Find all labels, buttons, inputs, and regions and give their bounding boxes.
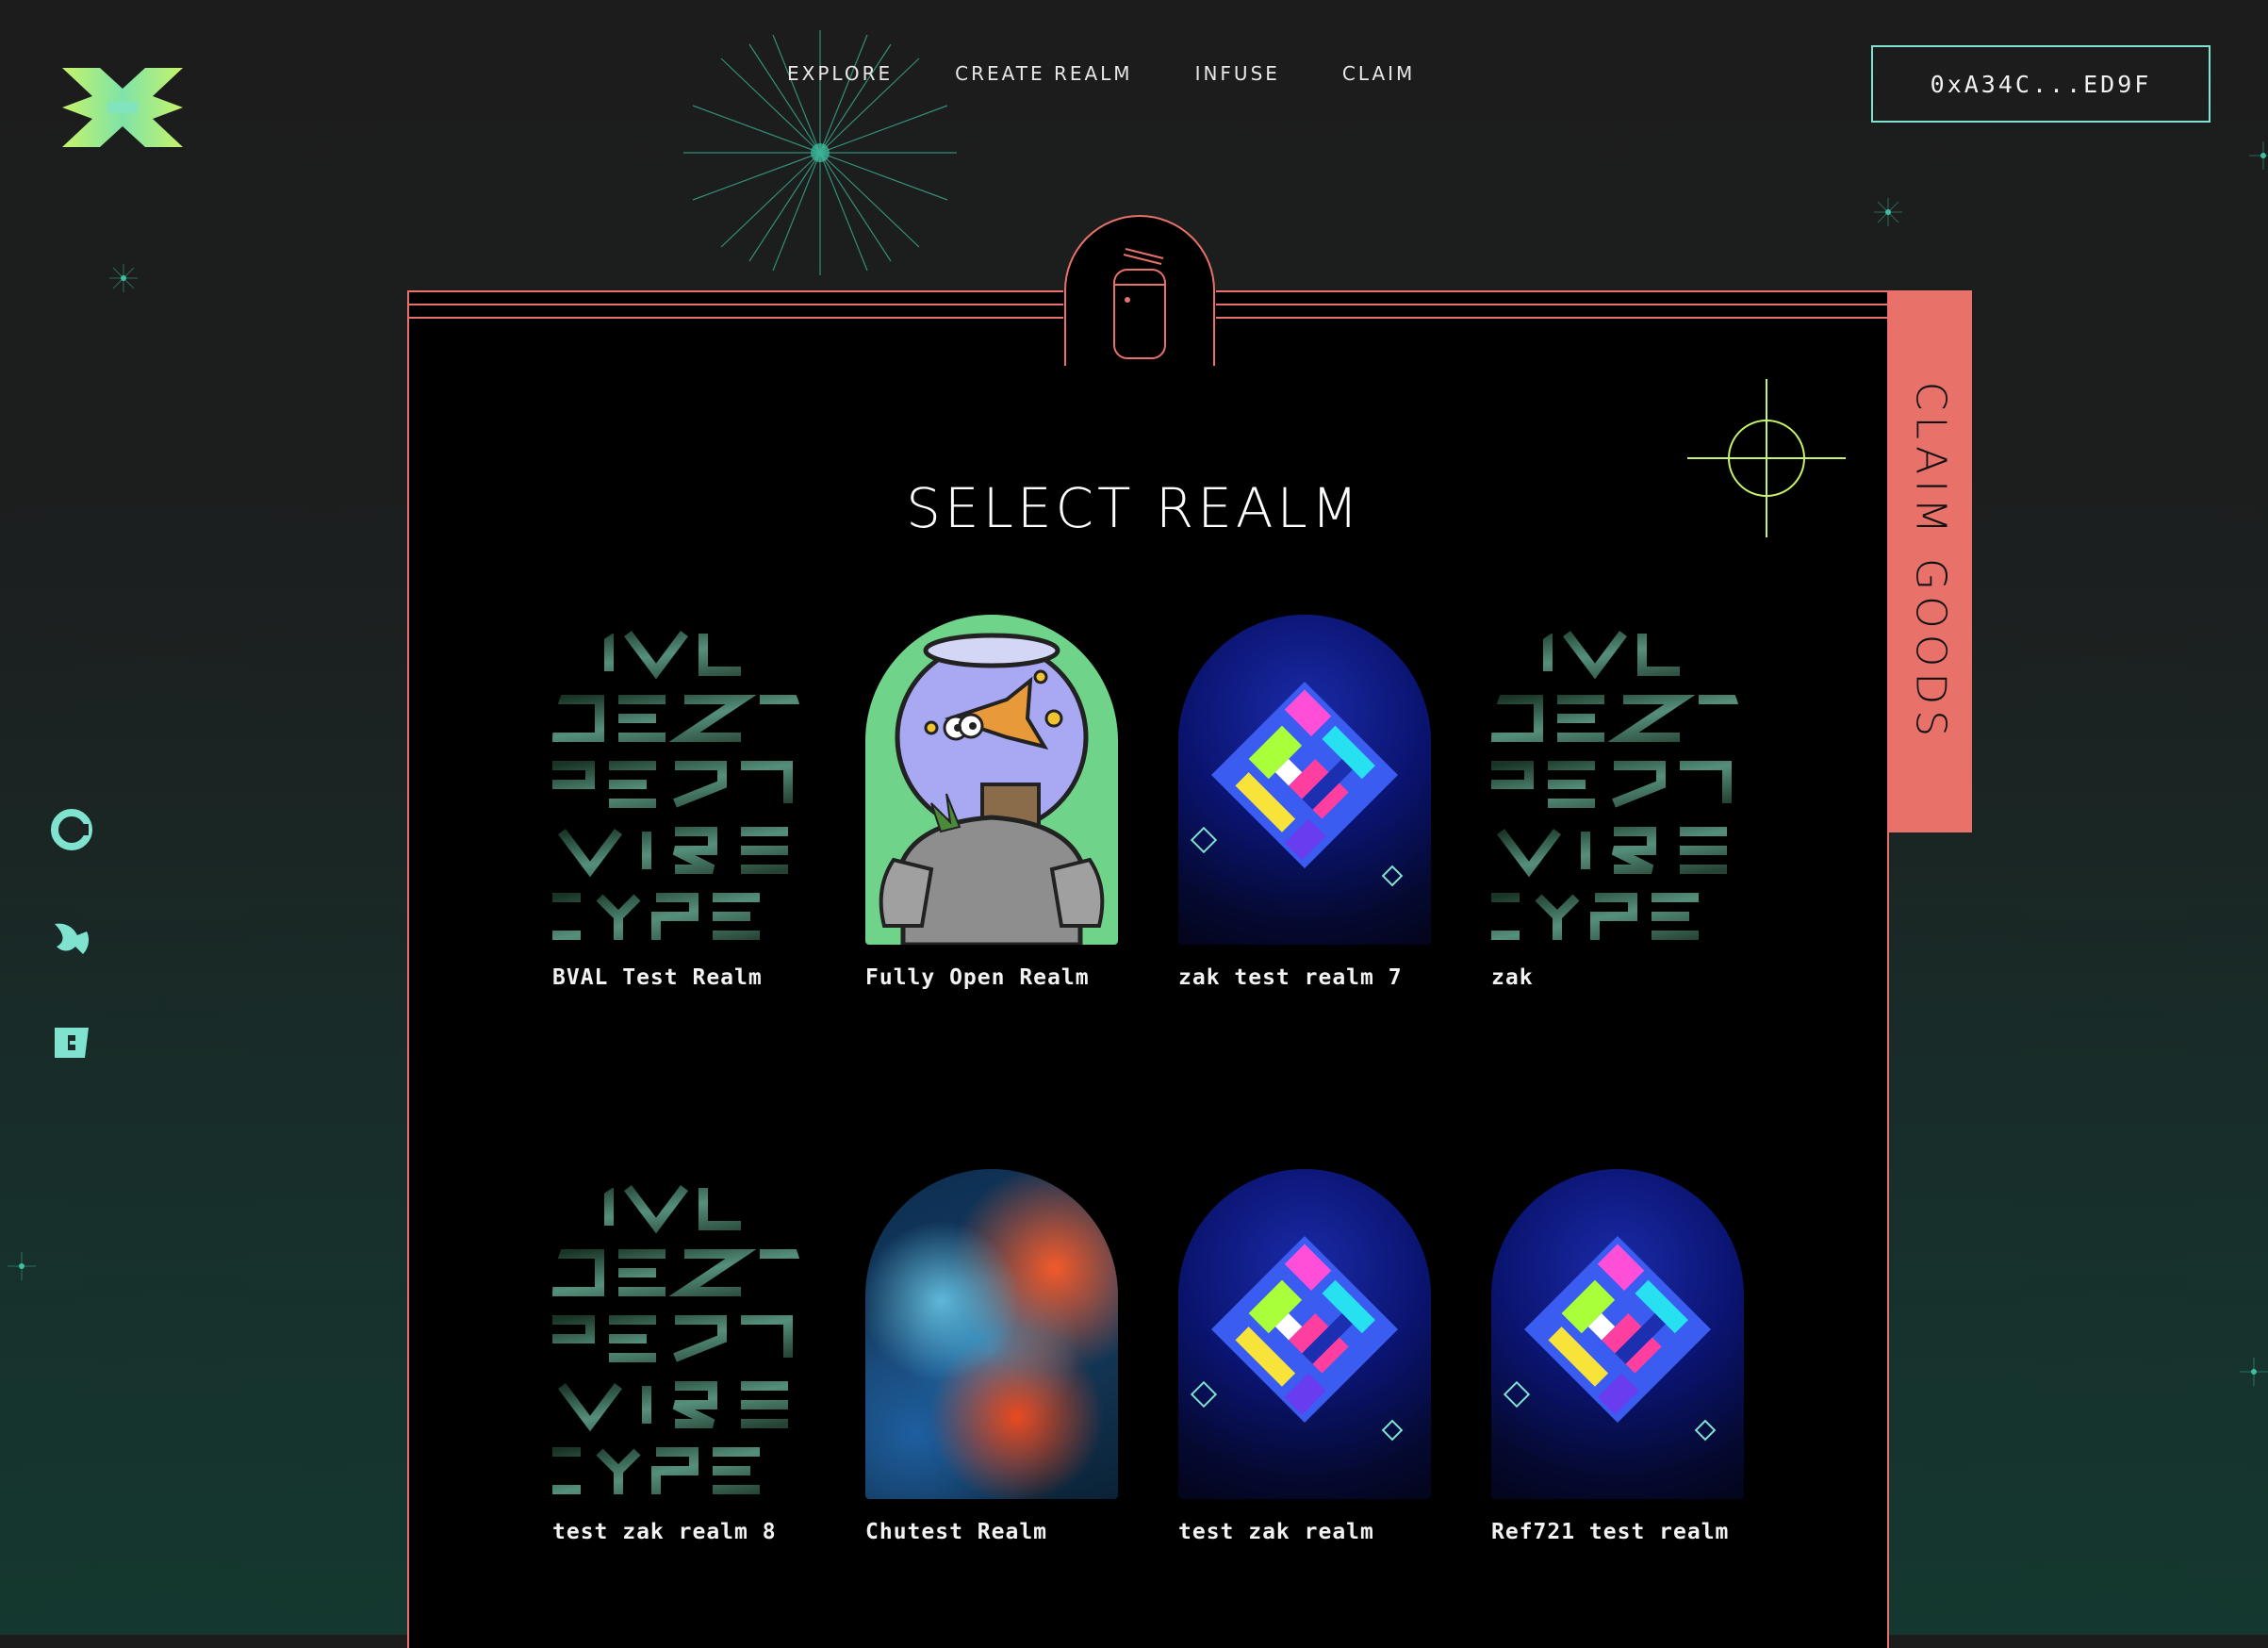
nav-infuse[interactable]: INFUSE bbox=[1195, 62, 1280, 85]
realm-art-glitch bbox=[1178, 615, 1431, 945]
realm-art-text bbox=[552, 615, 805, 945]
page-title: SELECT REALM bbox=[906, 476, 1362, 540]
realm-card[interactable]: test zak realm 8 bbox=[552, 1169, 805, 1544]
main-nav: EXPLORE CREATE REALM INFUSE CLAIM bbox=[787, 62, 1415, 85]
sparkle-decoration bbox=[8, 1252, 36, 1280]
realm-art-text bbox=[552, 1169, 805, 1499]
sparkle-decoration bbox=[1874, 198, 1902, 226]
realm-name: BVAL Test Realm bbox=[552, 965, 763, 990]
sparkle-decoration bbox=[2249, 141, 2268, 170]
realm-name: zak bbox=[1491, 965, 1534, 990]
realm-name: Ref721 test realm bbox=[1491, 1520, 1730, 1544]
realm-art-glitch bbox=[1178, 1169, 1431, 1499]
realm-card[interactable]: Fully Open Realm bbox=[865, 615, 1118, 990]
realm-card[interactable]: test zak realm bbox=[1178, 1169, 1431, 1544]
realm-art-fishbowl-knight bbox=[865, 615, 1118, 945]
jar-emblem bbox=[1064, 215, 1215, 366]
realm-name: zak test realm 7 bbox=[1178, 965, 1403, 990]
sparkle-decoration bbox=[2240, 1358, 2268, 1386]
realm-card[interactable]: zak bbox=[1491, 615, 1744, 990]
claim-goods-tab[interactable]: CLAIM GOODS bbox=[1889, 290, 1972, 832]
realm-card[interactable]: zak test realm 7 bbox=[1178, 615, 1431, 990]
coinbase-icon[interactable] bbox=[49, 807, 94, 852]
nav-create-realm[interactable]: CREATE REALM bbox=[955, 62, 1132, 85]
panel-top-border-right bbox=[1216, 290, 1889, 319]
logo[interactable] bbox=[62, 68, 183, 147]
realm-name: test zak realm bbox=[1178, 1520, 1374, 1544]
realm-card[interactable]: Ref721 test realm bbox=[1491, 1169, 1744, 1544]
realm-name: Fully Open Realm bbox=[865, 965, 1090, 990]
realm-card[interactable]: BVAL Test Realm bbox=[552, 615, 805, 990]
realm-name: test zak realm 8 bbox=[552, 1520, 777, 1544]
wallet-address-button[interactable]: 0xA34C...ED9F bbox=[1871, 45, 2210, 123]
claim-goods-label: CLAIM GOODS bbox=[1906, 381, 1955, 742]
realm-art-text bbox=[1491, 615, 1744, 945]
realm-art-glitch bbox=[1491, 1169, 1744, 1499]
realm-name: Chutest Realm bbox=[865, 1520, 1048, 1544]
sparkle-decoration bbox=[109, 264, 138, 292]
realm-art-smoke bbox=[865, 1169, 1118, 1499]
nav-claim[interactable]: CLAIM bbox=[1342, 62, 1415, 85]
realm-card[interactable]: Chutest Realm bbox=[865, 1169, 1118, 1544]
notes-icon[interactable] bbox=[49, 1020, 94, 1065]
nav-explore[interactable]: EXPLORE bbox=[787, 62, 893, 85]
opensea-icon[interactable] bbox=[49, 915, 94, 960]
panel-top-border-left bbox=[407, 290, 1063, 319]
